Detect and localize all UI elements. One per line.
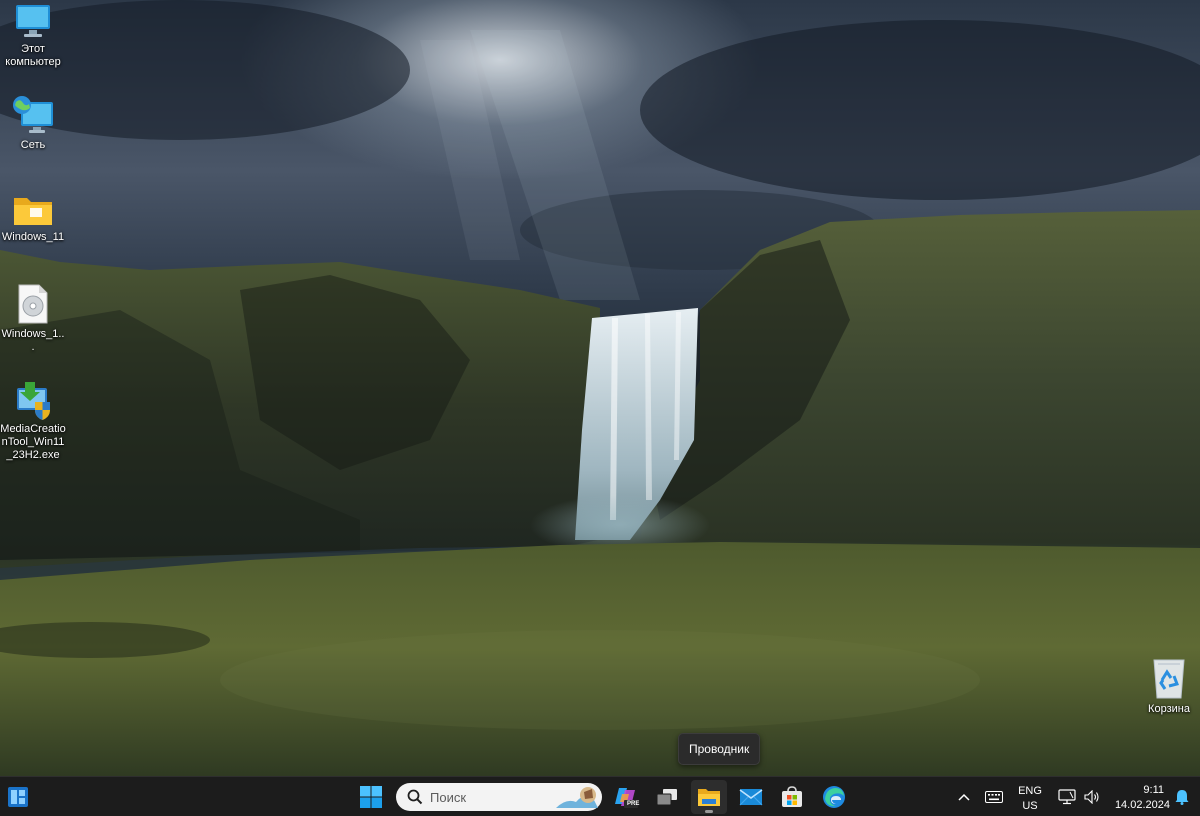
desktop-icon-label: Корзина — [1148, 703, 1190, 715]
mail-button[interactable] — [733, 780, 769, 814]
search-icon — [407, 789, 423, 805]
recycle-bin-icon — [1153, 659, 1185, 699]
language-region: US — [1022, 800, 1038, 812]
file-explorer-icon — [698, 789, 720, 806]
desktop-icon-recycle-bin[interactable]: Корзина — [1136, 656, 1200, 716]
network-icon — [13, 96, 53, 133]
media-creation-tool-icon — [17, 382, 50, 420]
desktop-icon-folder-windows-11[interactable]: Windows_11 — [0, 192, 66, 244]
notifications-button[interactable] — [1168, 780, 1196, 814]
store-icon — [782, 786, 802, 807]
copilot-button[interactable]: PRE — [608, 780, 644, 814]
desktop-icon-label: Windows_11 — [1, 231, 65, 243]
desktop-icon-label: MediaCreationTool_Win11_23H2.exe — [0, 423, 66, 461]
desktop-icon-iso-file[interactable]: Windows_1... — [0, 283, 66, 354]
mail-icon — [739, 789, 763, 806]
copilot-badge: PRE — [627, 801, 640, 807]
windows-start-icon — [360, 786, 382, 808]
disc-image-file-icon — [18, 284, 48, 324]
folder-icon — [14, 198, 52, 225]
desktop-icon-media-creation-tool[interactable]: MediaCreationTool_Win11_23H2.exe — [0, 380, 66, 462]
wallpaper — [0, 0, 1200, 776]
taskbar-search-box[interactable]: Поиск — [396, 783, 602, 811]
bell-icon — [1175, 790, 1189, 805]
task-view-icon — [656, 789, 677, 806]
microsoft-store-button[interactable] — [774, 780, 810, 814]
search-placeholder: Поиск — [430, 790, 467, 805]
touch-keyboard-button[interactable] — [977, 780, 1011, 814]
desktop-icon-this-pc[interactable]: Этот компьютер — [0, 2, 66, 69]
keyboard-icon — [985, 791, 1003, 803]
desktop-icon-label: Windows_1... — [1, 328, 65, 353]
task-view-button[interactable] — [649, 780, 685, 814]
input-language-button[interactable]: ENG US — [1013, 780, 1047, 814]
edge-icon — [823, 786, 845, 808]
file-explorer-button[interactable] — [691, 780, 727, 814]
clock-button[interactable]: 9:11 14.02.2024 — [1108, 780, 1170, 814]
desktop-icon-label: Этот компьютер — [5, 43, 61, 68]
volume-icon — [1084, 790, 1099, 804]
chevron-up-icon — [958, 793, 970, 801]
desktop[interactable]: Этот компьютер Сеть Windows_11 Windows_1… — [0, 0, 1200, 776]
clock-time: 9:11 — [1143, 784, 1164, 796]
this-pc-icon — [16, 5, 50, 37]
taskbar-tooltip: Проводник — [678, 733, 761, 765]
network-volume-button[interactable] — [1052, 780, 1106, 814]
language-code: ENG — [1018, 785, 1042, 797]
edge-button[interactable] — [816, 780, 852, 814]
desktop-icon-network[interactable]: Сеть — [0, 94, 66, 152]
start-button[interactable] — [353, 780, 389, 814]
desktop-icon-label: Сеть — [20, 139, 46, 151]
clock-date: 14.02.2024 — [1114, 799, 1170, 811]
widgets-icon — [8, 787, 28, 807]
widgets-button[interactable] — [0, 780, 36, 814]
taskbar: Поиск PRE ENG US 9:11 14.02.2024 — [0, 776, 1200, 816]
network-status-icon — [1058, 789, 1076, 805]
search-highlight-illustration — [556, 787, 598, 808]
